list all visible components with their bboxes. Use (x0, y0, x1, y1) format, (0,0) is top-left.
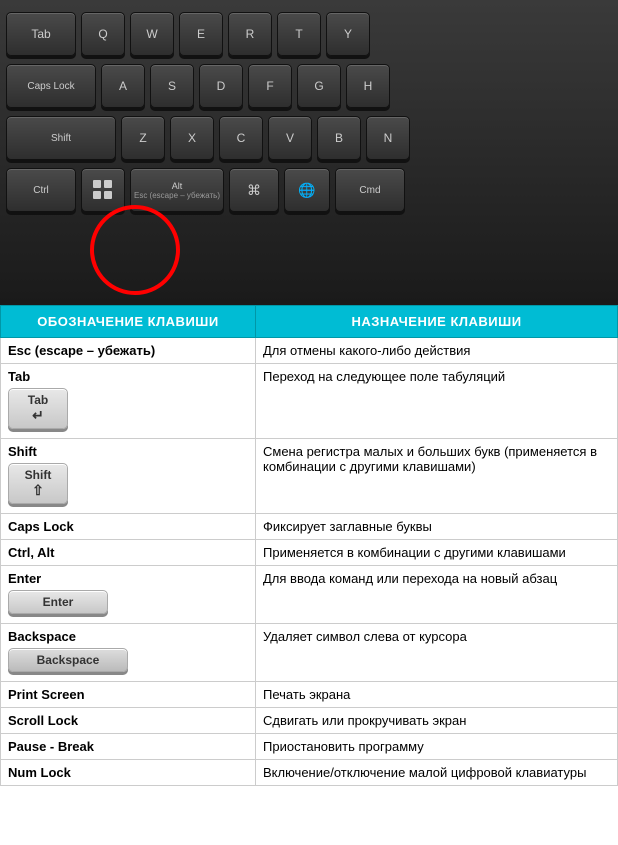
key-desc: Применяется в комбинации с другими клави… (256, 540, 618, 566)
key-name: Tab Tab ↵ (1, 364, 256, 439)
s-key: S (150, 64, 194, 108)
key-name: Caps Lock (1, 514, 256, 540)
x-key: X (170, 116, 214, 160)
tab-key: Tab (6, 12, 76, 56)
keyboard-background: Tab Q W E R T Y Caps Lock A S D F G H Sh… (0, 0, 618, 305)
f-key: F (248, 64, 292, 108)
table-header-row: ОБОЗНАЧЕНИЕ КЛАВИШИ НАЗНАЧЕНИЕ КЛАВИШИ (1, 306, 618, 338)
e-key: E (179, 12, 223, 56)
win-key (81, 168, 125, 212)
shift-key: Shift (6, 116, 116, 160)
backspace-key-icon: Backspace (8, 648, 128, 672)
q-key: Q (81, 12, 125, 56)
key-desc: Приостановить программу (256, 734, 618, 760)
key-desc: Сдвигать или прокручивать экран (256, 708, 618, 734)
h-key: H (346, 64, 390, 108)
v-key: V (268, 116, 312, 160)
col-key-header: ОБОЗНАЧЕНИЕ КЛАВИШИ (1, 306, 256, 338)
reference-table: ОБОЗНАЧЕНИЕ КЛАВИШИ НАЗНАЧЕНИЕ КЛАВИШИ E… (0, 305, 618, 786)
win-symbol (93, 180, 113, 200)
t-key: T (277, 12, 321, 56)
a-key: A (101, 64, 145, 108)
n-key: N (366, 116, 410, 160)
w-key: W (130, 12, 174, 56)
cmd-right-key: Cmd (335, 168, 405, 212)
key-desc: Печать экрана (256, 682, 618, 708)
key-name: Scroll Lock (1, 708, 256, 734)
table-row: Print Screen Печать экрана (1, 682, 618, 708)
table-row: Shift Shift ⇧ Смена регистра малых и бол… (1, 439, 618, 514)
globe-key: 🌐 (284, 168, 330, 212)
d-key: D (199, 64, 243, 108)
shift-key-icon: Shift ⇧ (8, 463, 68, 504)
table-row: Enter Enter Для ввода команд или переход… (1, 566, 618, 624)
b-key: B (317, 116, 361, 160)
key-name: Pause - Break (1, 734, 256, 760)
y-key: Y (326, 12, 370, 56)
key-name: Ctrl, Alt (1, 540, 256, 566)
col-desc-header: НАЗНАЧЕНИЕ КЛАВИШИ (256, 306, 618, 338)
keyboard-image: Tab Q W E R T Y Caps Lock A S D F G H Sh… (0, 0, 618, 305)
table-row: Num Lock Включение/отключение малой цифр… (1, 760, 618, 786)
key-name: Esc (escape – убежать) (1, 338, 256, 364)
z-key: Z (121, 116, 165, 160)
ctrl-key: Ctrl (6, 168, 76, 212)
enter-key-icon: Enter (8, 590, 108, 614)
table-row: Pause - Break Приостановить программу (1, 734, 618, 760)
key-desc: Включение/отключение малой цифровой клав… (256, 760, 618, 786)
capslock-key: Caps Lock (6, 64, 96, 108)
r-key: R (228, 12, 272, 56)
table-row: Caps Lock Фиксирует заглавные буквы (1, 514, 618, 540)
key-desc: Для отмены какого-либо действия (256, 338, 618, 364)
key-desc: Удаляет символ слева от курсора (256, 624, 618, 682)
table-row: Backspace Backspace Удаляет символ слева… (1, 624, 618, 682)
key-desc: Смена регистра малых и больших букв (при… (256, 439, 618, 514)
table-row: Scroll Lock Сдвигать или прокручивать эк… (1, 708, 618, 734)
key-name: Backspace Backspace (1, 624, 256, 682)
table-row: Ctrl, Alt Применяется в комбинации с дру… (1, 540, 618, 566)
key-desc: Переход на следующее поле табуляций (256, 364, 618, 439)
table-row: Esc (escape – убежать) Для отмены какого… (1, 338, 618, 364)
key-name: Enter Enter (1, 566, 256, 624)
key-name: Num Lock (1, 760, 256, 786)
key-desc: Для ввода команд или перехода на новый а… (256, 566, 618, 624)
tab-key-icon: Tab ↵ (8, 388, 68, 429)
cmd-key: ⌘ (229, 168, 279, 212)
key-desc: Фиксирует заглавные буквы (256, 514, 618, 540)
g-key: G (297, 64, 341, 108)
table-row: Tab Tab ↵ Переход на следующее поле табу… (1, 364, 618, 439)
keyboard-reference-table: ОБОЗНАЧЕНИЕ КЛАВИШИ НАЗНАЧЕНИЕ КЛАВИШИ E… (0, 305, 618, 786)
key-name: Print Screen (1, 682, 256, 708)
circle-highlight (90, 205, 180, 295)
c-key: C (219, 116, 263, 160)
key-name: Shift Shift ⇧ (1, 439, 256, 514)
